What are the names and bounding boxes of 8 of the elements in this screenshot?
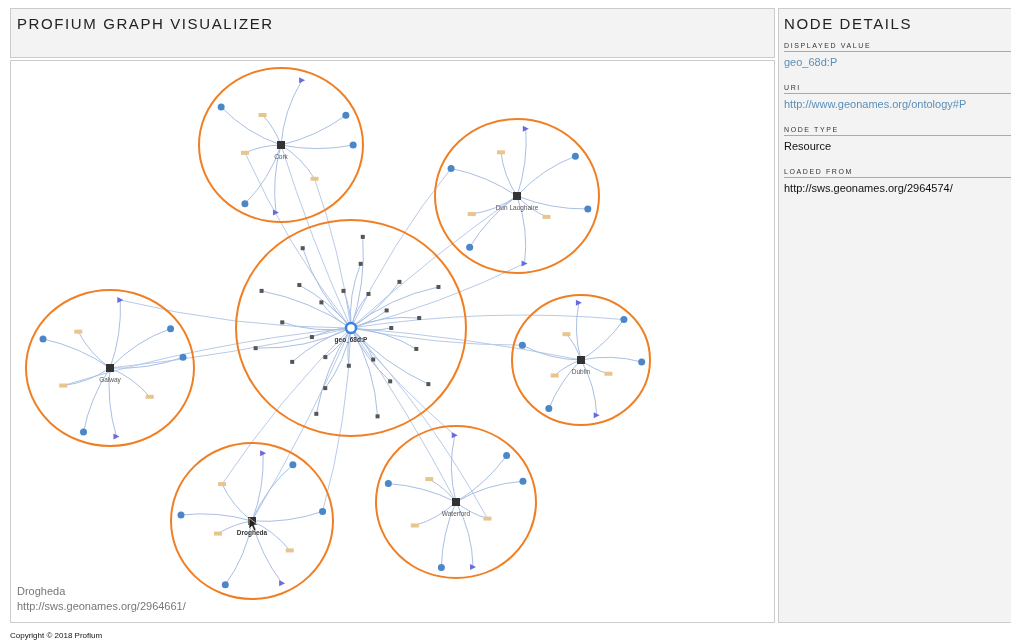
cursor-icon xyxy=(248,517,259,532)
panel-title: NODE DETAILS xyxy=(784,15,914,32)
field-value: http://sws.geonames.org/2964574/ xyxy=(784,182,954,194)
app-title: PROFIUM GRAPH VISUALIZER xyxy=(17,15,275,32)
hover-label: Drogheda xyxy=(17,585,67,597)
hover-uri: http://sws.geonames.org/2964661/ xyxy=(17,600,186,612)
field-value: Resource xyxy=(784,140,833,152)
copyright-text: Copyright © 2018 Profium xyxy=(10,631,104,640)
